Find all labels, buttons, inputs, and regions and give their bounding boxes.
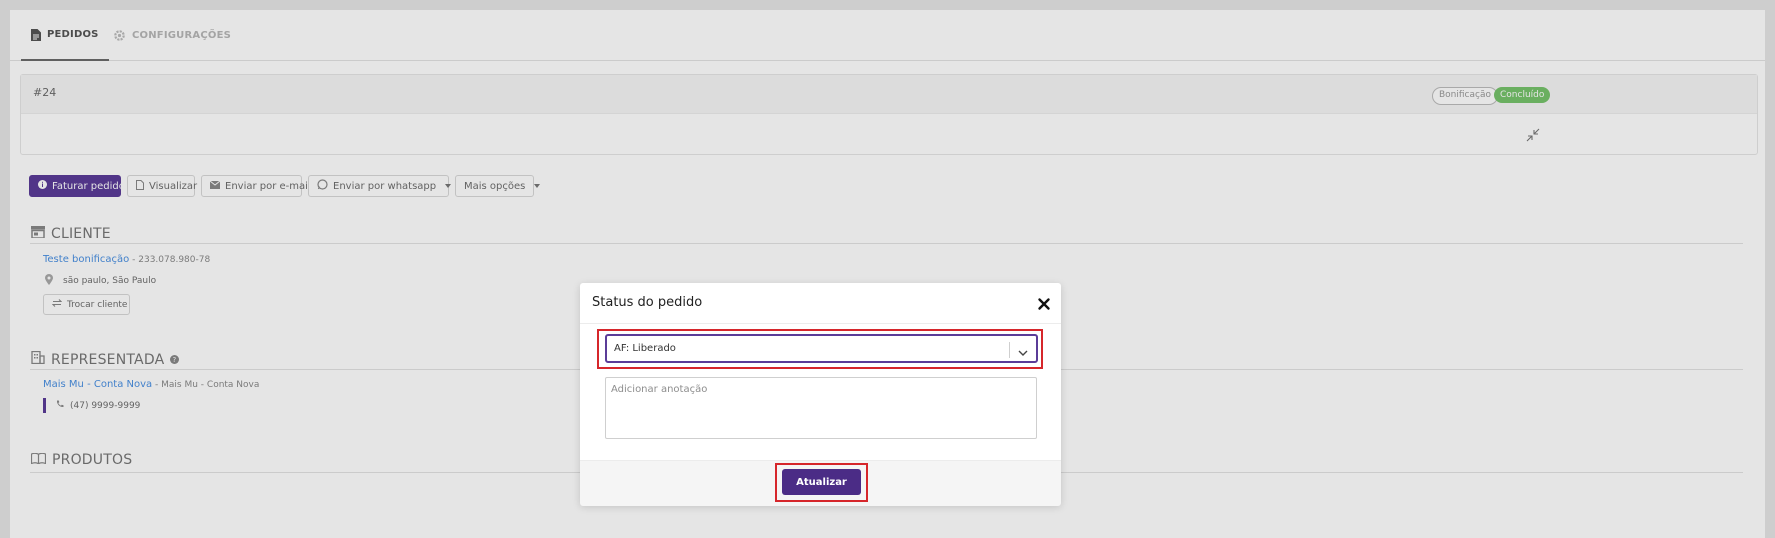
select-divider: [1009, 342, 1010, 358]
modal-title: Status do pedido: [592, 295, 703, 310]
order-status-modal: Status do pedido AF: Liberado Atualizar: [580, 283, 1061, 506]
modal-footer: Atualizar: [580, 460, 1061, 506]
status-select[interactable]: AF: Liberado: [605, 334, 1038, 363]
status-select-wrapper: AF: Liberado: [605, 334, 1038, 363]
close-icon[interactable]: [1037, 296, 1051, 310]
status-select-value: AF: Liberado: [614, 343, 676, 354]
chevron-down-icon[interactable]: [1017, 344, 1029, 356]
update-button[interactable]: Atualizar: [782, 469, 861, 495]
annotation-field[interactable]: [605, 377, 1037, 439]
modal-header: Status do pedido: [580, 283, 1061, 324]
